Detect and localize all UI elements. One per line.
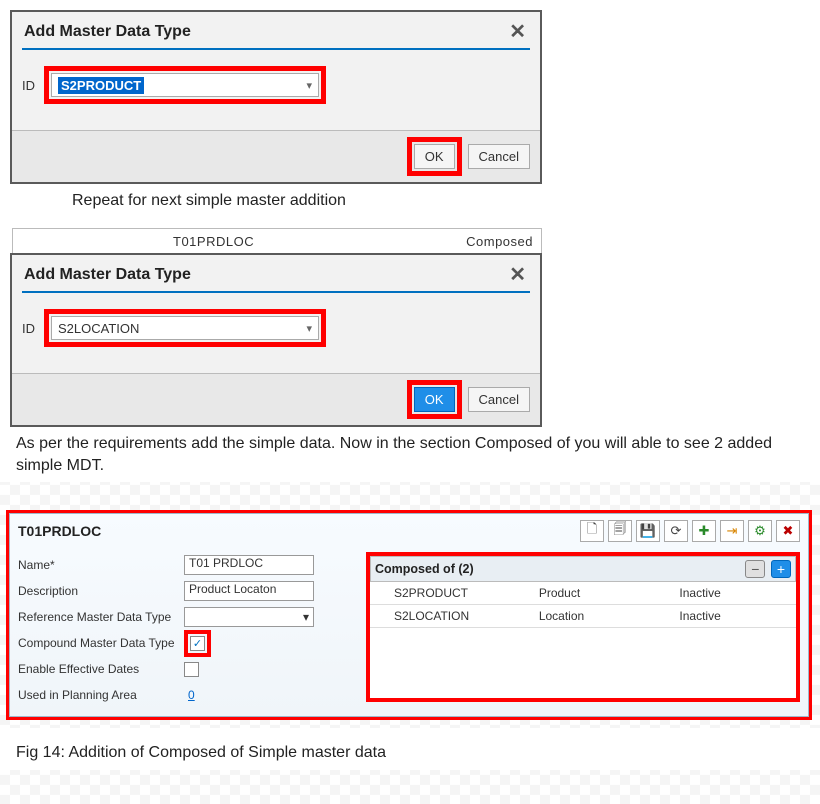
copy-icon[interactable]: 🗐 [608, 520, 632, 542]
id-combobox[interactable]: S2PRODUCT ▾ [51, 73, 319, 97]
compound-mdt-label: Compound Master Data Type [18, 636, 178, 650]
composed-table: S2PRODUCT Product Inactive S2LOCATION Lo… [370, 582, 796, 628]
id-label: ID [22, 321, 40, 336]
import-icon[interactable]: ⇥ [720, 520, 744, 542]
peek-col: Composed [466, 234, 533, 249]
table-row[interactable]: S2LOCATION Location Inactive [370, 605, 796, 628]
highlight-box: Composed of (2) − + S2PRODUCT Product In… [366, 552, 800, 702]
planning-area-value[interactable]: 0 [184, 688, 195, 702]
delete-icon[interactable]: ✖ [776, 520, 800, 542]
peek-id: T01PRDLOC [173, 234, 254, 249]
dialog-title: Add Master Data Type [24, 266, 191, 284]
row-status: Inactive [655, 582, 796, 605]
id-value: S2PRODUCT [58, 77, 144, 94]
background-table-row: T01PRDLOC Composed [12, 228, 542, 254]
highlight-box: S2LOCATION ▾ [44, 309, 326, 347]
process-icon[interactable]: ⚙ [748, 520, 772, 542]
add-green-icon[interactable]: ✚ [692, 520, 716, 542]
row-status: Inactive [655, 605, 796, 628]
reference-mdt-combobox[interactable]: ▾ [184, 607, 314, 627]
highlight-box: OK [407, 380, 462, 419]
caption-text: Repeat for next simple master addition [0, 184, 820, 220]
composed-of-panel: Composed of (2) − + S2PRODUCT Product In… [370, 556, 796, 698]
close-icon[interactable]: ✕ [509, 22, 526, 42]
add-row-button[interactable]: + [771, 560, 791, 578]
compound-checkbox[interactable]: ✓ [190, 636, 205, 651]
dialog-title: Add Master Data Type [24, 23, 191, 41]
remove-row-button[interactable]: − [745, 560, 765, 578]
cancel-button[interactable]: Cancel [468, 144, 530, 169]
add-master-data-type-dialog-1: Add Master Data Type ✕ ID S2PRODUCT ▾ OK… [10, 10, 542, 184]
reference-mdt-label: Reference Master Data Type [18, 610, 178, 624]
highlight-box: T01PRDLOC 🗋 🗐 💾 ⟳ ✚ ⇥ ⚙ ✖ Name* T01 PRDL… [6, 510, 812, 720]
name-label: Name* [18, 558, 178, 572]
planning-area-label: Used in Planning Area [18, 688, 178, 702]
effective-dates-checkbox[interactable] [184, 662, 199, 677]
table-row[interactable]: S2PRODUCT Product Inactive [370, 582, 796, 605]
highlight-box: ✓ [184, 630, 211, 657]
save-icon[interactable]: 💾 [636, 520, 660, 542]
ok-button[interactable]: OK [414, 144, 455, 169]
chevron-down-icon: ▾ [306, 322, 312, 335]
ok-button[interactable]: OK [414, 387, 455, 412]
composed-of-title: Composed of (2) [375, 562, 474, 576]
highlight-box: OK [407, 137, 462, 176]
id-combobox[interactable]: S2LOCATION ▾ [51, 316, 319, 340]
cancel-button[interactable]: Cancel [468, 387, 530, 412]
add-master-data-type-dialog-2: Add Master Data Type ✕ ID S2LOCATION ▾ O… [10, 253, 542, 427]
form-column: Name* T01 PRDLOC Description Product Loc… [18, 552, 358, 708]
instruction-text: As per the requirements add the simple d… [0, 427, 820, 482]
id-value: S2LOCATION [58, 321, 139, 336]
figure-caption: Fig 14: Addition of Composed of Simple m… [0, 728, 820, 770]
highlight-box: S2PRODUCT ▾ [44, 66, 326, 104]
refresh-icon[interactable]: ⟳ [664, 520, 688, 542]
row-id: S2LOCATION [370, 605, 515, 628]
effective-dates-label: Enable Effective Dates [18, 662, 178, 676]
row-name: Location [515, 605, 656, 628]
row-name: Product [515, 582, 656, 605]
row-id: S2PRODUCT [370, 582, 515, 605]
name-input[interactable]: T01 PRDLOC [184, 555, 314, 575]
new-icon[interactable]: 🗋 [580, 520, 604, 542]
chevron-down-icon: ▾ [303, 610, 309, 624]
description-label: Description [18, 584, 178, 598]
detail-header: T01PRDLOC [18, 523, 101, 539]
id-label: ID [22, 78, 40, 93]
detail-toolbar: 🗋 🗐 💾 ⟳ ✚ ⇥ ⚙ ✖ [580, 520, 800, 542]
detail-panel: T01PRDLOC 🗋 🗐 💾 ⟳ ✚ ⇥ ⚙ ✖ Name* T01 PRDL… [9, 513, 809, 717]
description-input[interactable]: Product Locaton [184, 581, 314, 601]
chevron-down-icon: ▾ [306, 79, 312, 92]
close-icon[interactable]: ✕ [509, 265, 526, 285]
